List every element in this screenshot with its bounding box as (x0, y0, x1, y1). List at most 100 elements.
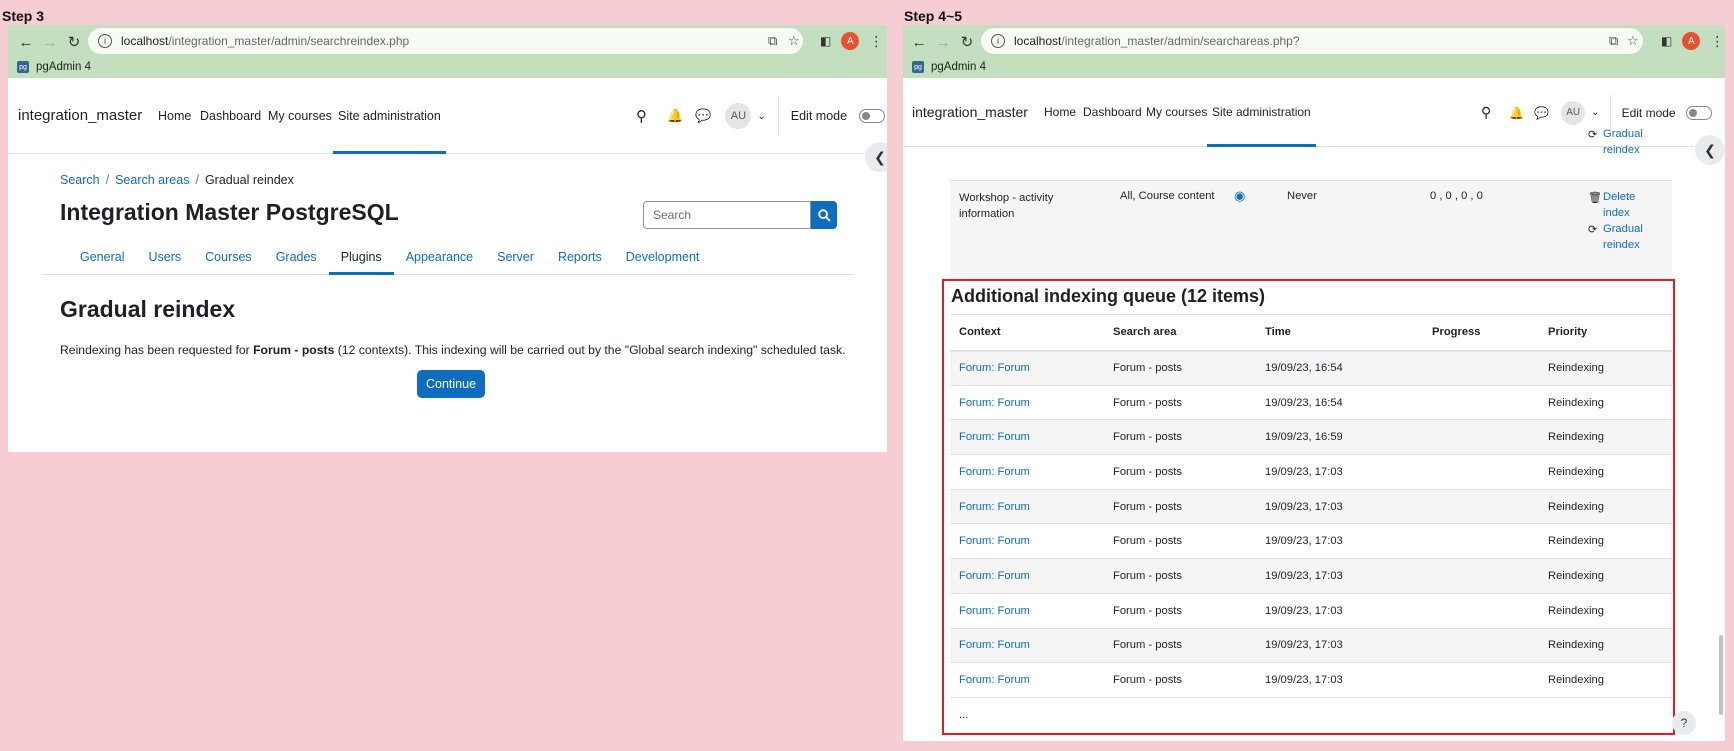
back-icon[interactable]: ← (14, 34, 38, 51)
drawer-toggle-button[interactable]: ❮ (865, 142, 887, 172)
user-avatar[interactable]: AU (1561, 100, 1586, 125)
tab-plugins[interactable]: Plugins (328, 240, 394, 275)
search-area-cell: Forum - posts (1104, 454, 1256, 490)
priority-cell: Reindexing (1539, 419, 1672, 456)
tab-courses[interactable]: Courses (193, 240, 264, 274)
notifications-bell-icon[interactable]: 🔔 (667, 108, 683, 124)
site-brand[interactable]: integration_master (912, 104, 1028, 120)
edit-mode-toggle[interactable] (1685, 105, 1712, 120)
table-row: Forum: Forum Forum - posts 19/09/23, 17:03… (950, 628, 1672, 664)
address-bar[interactable]: i localhost/integration_master/admin/sea… (88, 28, 803, 54)
priority-cell: Reindexing (1539, 628, 1672, 664)
messages-icon[interactable]: 💬 (1534, 106, 1549, 120)
menu-kebab-icon[interactable]: ⋮ (1710, 33, 1724, 50)
nav-site-administration[interactable]: Site administration (1207, 78, 1316, 147)
address-bar[interactable]: i localhost/integration_master/admin/sea… (981, 28, 1643, 54)
share-icon[interactable]: ⧉ (768, 33, 777, 49)
search-area-cell: Forum - posts (1104, 593, 1256, 629)
bookmark-pgadmin[interactable]: pg pgAdmin 4 (17, 57, 91, 77)
nav-home[interactable]: Home (1044, 78, 1076, 146)
browser-chrome: ← → ↻ i localhost/integration_master/adm… (903, 25, 1725, 78)
context-link[interactable]: Forum: Forum (959, 431, 1030, 443)
tab-server[interactable]: Server (485, 240, 546, 274)
time-cell: 19/09/23, 17:03 (1256, 523, 1423, 560)
profile-avatar[interactable]: A (841, 32, 860, 50)
profile-avatar[interactable]: A (1682, 32, 1701, 50)
help-button[interactable]: ? (1672, 711, 1696, 735)
admin-search-input[interactable]: Search (643, 201, 811, 229)
side-panel-icon[interactable]: ◧ (820, 34, 831, 48)
share-icon[interactable]: ⧉ (1609, 33, 1618, 49)
search-icon[interactable]: ⚲ (636, 107, 647, 125)
breadcrumb-search-areas[interactable]: Search areas (115, 173, 189, 187)
reindex-message: Reindexing has been requested for Forum … (60, 343, 846, 357)
gradual-reindex-link[interactable]: ⟳ Gradual reindex (1588, 221, 1643, 253)
user-avatar[interactable]: AU (725, 103, 752, 129)
table-row: Forum: Forum Forum - posts 19/09/23, 17:03… (950, 558, 1672, 594)
user-menu-chevron-icon[interactable]: ⌄ (1591, 107, 1599, 118)
time-cell: 19/09/23, 17:03 (1256, 593, 1423, 629)
reload-icon[interactable]: ↻ (955, 33, 979, 51)
bookmark-star-icon[interactable]: ☆ (788, 33, 800, 49)
tab-development[interactable]: Development (614, 240, 712, 274)
area-name: Forum - posts (253, 343, 335, 357)
workshop-last-indexed: Never (1287, 190, 1317, 202)
nav-dashboard[interactable]: Dashboard (200, 78, 261, 153)
search-icon[interactable]: ⚲ (1481, 104, 1491, 121)
menu-kebab-icon[interactable]: ⋮ (869, 33, 883, 50)
col-priority: Priority (1539, 314, 1672, 352)
admin-search-button[interactable] (811, 201, 837, 229)
context-link[interactable]: Forum: Forum (959, 362, 1030, 374)
priority-cell: Reindexing (1539, 593, 1672, 629)
user-menu-chevron-icon[interactable]: ⌄ (757, 111, 765, 122)
nav-home[interactable]: Home (158, 78, 191, 153)
page-scrollbar[interactable] (1719, 635, 1723, 715)
context-link[interactable]: Forum: Forum (959, 639, 1030, 651)
context-link[interactable]: Forum: Forum (959, 397, 1030, 409)
progress-cell (1423, 558, 1539, 594)
gradual-reindex-link-prev[interactable]: ⟳ Gradual reindex (1588, 126, 1643, 158)
continue-button[interactable]: Continue (417, 370, 486, 398)
tab-users[interactable]: Users (136, 240, 193, 274)
back-icon[interactable]: ← (907, 34, 931, 51)
pgadmin-icon: pg (912, 61, 924, 73)
tab-grades[interactable]: Grades (264, 240, 329, 274)
nav-my-courses[interactable]: My courses (268, 78, 332, 153)
bookmark-pgadmin[interactable]: pg pgAdmin 4 (912, 57, 986, 77)
search-area-cell: Forum - posts (1104, 350, 1256, 386)
context-link[interactable]: Forum: Forum (959, 501, 1030, 513)
messages-icon[interactable]: 💬 (695, 108, 711, 124)
nav-site-administration[interactable]: Site administration (333, 78, 446, 154)
nav-dashboard[interactable]: Dashboard (1083, 78, 1142, 146)
nav-my-courses[interactable]: My courses (1146, 78, 1207, 146)
forward-icon[interactable]: → (931, 34, 955, 51)
edit-mode-toggle[interactable] (859, 109, 886, 123)
admin-tabs: General Users Courses Grades Plugins App… (42, 240, 854, 275)
context-link[interactable]: Forum: Forum (959, 466, 1030, 478)
time-cell: 19/09/23, 16:54 (1256, 350, 1423, 386)
tab-general[interactable]: General (68, 240, 136, 274)
context-link[interactable]: Forum: Forum (959, 570, 1030, 582)
context-link[interactable]: Forum: Forum (959, 674, 1030, 686)
notifications-bell-icon[interactable]: 🔔 (1509, 106, 1524, 120)
url-host: localhost (121, 34, 169, 48)
search-area-cell: Forum - posts (1104, 558, 1256, 594)
drawer-toggle-button[interactable]: ❮ (1695, 135, 1725, 165)
site-brand[interactable]: integration_master (18, 107, 142, 124)
priority-cell: Reindexing (1539, 558, 1672, 594)
bookmark-star-icon[interactable]: ☆ (1627, 33, 1639, 49)
context-link[interactable]: Forum: Forum (959, 605, 1030, 617)
context-link[interactable]: Forum: Forum (959, 535, 1030, 547)
reload-icon[interactable]: ↻ (62, 33, 86, 51)
search-icon (817, 208, 831, 222)
site-info-icon[interactable]: i (991, 34, 1005, 48)
progress-cell (1423, 489, 1539, 525)
delete-index-link[interactable]: 🗑 Delete index (1588, 189, 1635, 221)
visibility-eye-icon[interactable]: ◉ (1234, 188, 1245, 204)
side-panel-icon[interactable]: ◧ (1661, 34, 1672, 48)
site-info-icon[interactable]: i (98, 34, 112, 48)
forward-icon[interactable]: → (38, 34, 62, 51)
breadcrumb-search[interactable]: Search (60, 173, 100, 187)
tab-reports[interactable]: Reports (546, 240, 614, 274)
tab-appearance[interactable]: Appearance (394, 240, 485, 274)
